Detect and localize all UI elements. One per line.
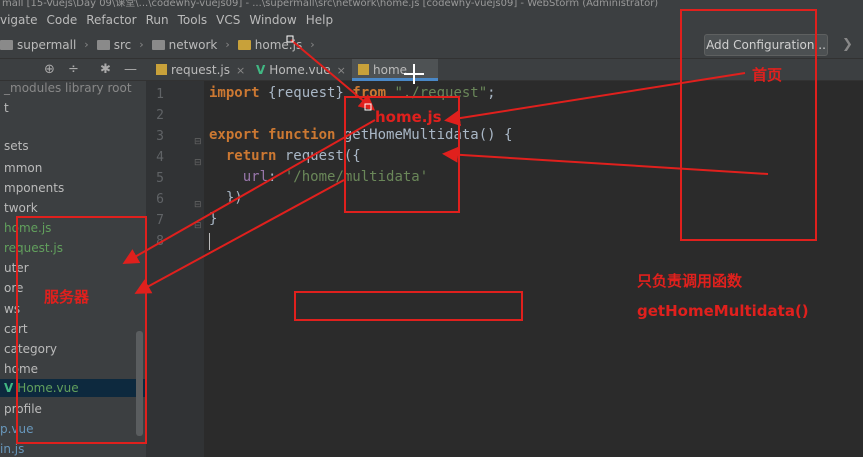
project-tree: _modules library root t sets mmon mponen… [0, 81, 146, 457]
code-line: }) [209, 190, 243, 206]
tab-request-js[interactable]: request.js × [150, 59, 245, 81]
code-line: } [209, 211, 218, 227]
code-line: url: '/home/multidata' [242, 169, 429, 185]
js-file-icon [358, 64, 369, 75]
fold-marker-icon[interactable]: ⊟ [194, 137, 202, 147]
js-file-icon [156, 64, 167, 75]
chevron-right-icon: › [225, 38, 230, 51]
folder-icon [0, 39, 13, 50]
tree-item[interactable]: ore [4, 279, 23, 297]
menu-vcs[interactable]: VCS [216, 13, 240, 27]
code-line: import {request} from "./request"; [209, 85, 496, 101]
menu-code[interactable]: Code [47, 13, 78, 27]
tree-item[interactable]: ws [4, 300, 20, 318]
tree-item-home[interactable]: home [4, 360, 38, 378]
line-number: 2 [156, 108, 164, 123]
tree-item-profile[interactable]: profile [4, 400, 42, 418]
tree-item[interactable]: mponents [4, 179, 64, 197]
menu-run[interactable]: Run [146, 13, 169, 27]
code-editor[interactable]: 1 2 3 4 5 6 7 8 ⊟ ⊟ ⊟ ⊟ import {request}… [146, 81, 863, 457]
tree-item[interactable]: twork [4, 199, 38, 217]
line-number: 4 [156, 150, 164, 165]
breadcrumb-src[interactable]: src [96, 38, 131, 52]
js-file-icon [237, 39, 251, 50]
tree-item[interactable]: mmon [4, 159, 42, 177]
chevron-right-icon: › [310, 38, 315, 51]
fold-marker-icon[interactable]: ⊟ [194, 221, 202, 231]
window-title: mall [15-Vuejs\Day 09\课堂\...\codewhy-vue… [0, 0, 863, 9]
menu-help[interactable]: Help [306, 13, 333, 27]
close-icon[interactable]: × [337, 64, 346, 77]
line-number: 8 [156, 234, 164, 249]
vue-file-icon: V [256, 63, 266, 77]
folder-icon [96, 39, 110, 50]
tree-item-request-js[interactable]: request.js [4, 239, 63, 257]
tree-item-home-js[interactable]: home.js [4, 219, 51, 237]
fold-marker-icon[interactable]: ⊟ [194, 158, 202, 168]
line-number: 6 [156, 192, 164, 207]
code-line: export function getHomeMultidata() { [209, 127, 513, 143]
vue-file-icon: V [4, 381, 14, 395]
editor-tabs: request.js × V Home.vue × home [146, 59, 863, 81]
code-line: return request({ [225, 148, 361, 164]
target-icon[interactable]: ⊕ [44, 62, 55, 77]
line-number: 7 [156, 213, 164, 228]
line-gutter: 1 2 3 4 5 6 7 8 ⊟ ⊟ ⊟ ⊟ [146, 81, 204, 457]
project-toolbar: ⊕ ÷ ✱ — [0, 59, 146, 81]
add-configuration-button[interactable]: Add Configuration... [704, 34, 828, 56]
folder-icon [151, 39, 165, 50]
fold-marker-icon[interactable]: ⊟ [194, 200, 202, 210]
text-cursor [209, 233, 210, 250]
line-number: 1 [156, 87, 164, 102]
close-icon[interactable]: × [236, 64, 245, 77]
breadcrumb-supermall[interactable]: supermall [0, 38, 76, 52]
gear-icon[interactable]: ✱ [100, 62, 111, 77]
tree-item-category[interactable]: category [4, 340, 57, 358]
menu-window[interactable]: Window [249, 13, 296, 27]
tree-item[interactable]: uter [4, 259, 29, 277]
collapse-icon[interactable]: ÷ [68, 62, 79, 77]
chevron-right-icon: › [84, 38, 89, 51]
run-arrow-icon[interactable]: ❯ [842, 37, 853, 52]
tree-item[interactable]: t [4, 99, 9, 117]
scrollbar[interactable] [136, 331, 143, 436]
menu-navigate[interactable]: vigate [0, 13, 38, 27]
line-number: 3 [156, 129, 164, 144]
tree-item[interactable]: sets [4, 137, 29, 155]
menu-refactor[interactable]: Refactor [86, 13, 136, 27]
line-number: 5 [156, 171, 164, 186]
menu-bar: vigate Code Refactor Run Tools VCS Windo… [0, 9, 863, 31]
breadcrumb-home-js[interactable]: home.js [237, 38, 302, 52]
menu-tools[interactable]: Tools [178, 13, 208, 27]
tab-home-vue[interactable]: V Home.vue × [250, 59, 348, 81]
chevron-right-icon: › [139, 38, 144, 51]
breadcrumb-network[interactable]: network [151, 38, 217, 52]
tree-item-app-vue[interactable]: p.vue [0, 420, 34, 438]
minimize-icon[interactable]: — [124, 62, 137, 77]
tree-item-cart[interactable]: cart [4, 320, 28, 338]
tab-home-js[interactable]: home [352, 59, 438, 81]
tree-item[interactable]: _modules library root [4, 81, 132, 97]
tree-item-main-js[interactable]: in.js [0, 440, 24, 457]
tree-item-home-vue[interactable]: V Home.vue [0, 379, 146, 397]
